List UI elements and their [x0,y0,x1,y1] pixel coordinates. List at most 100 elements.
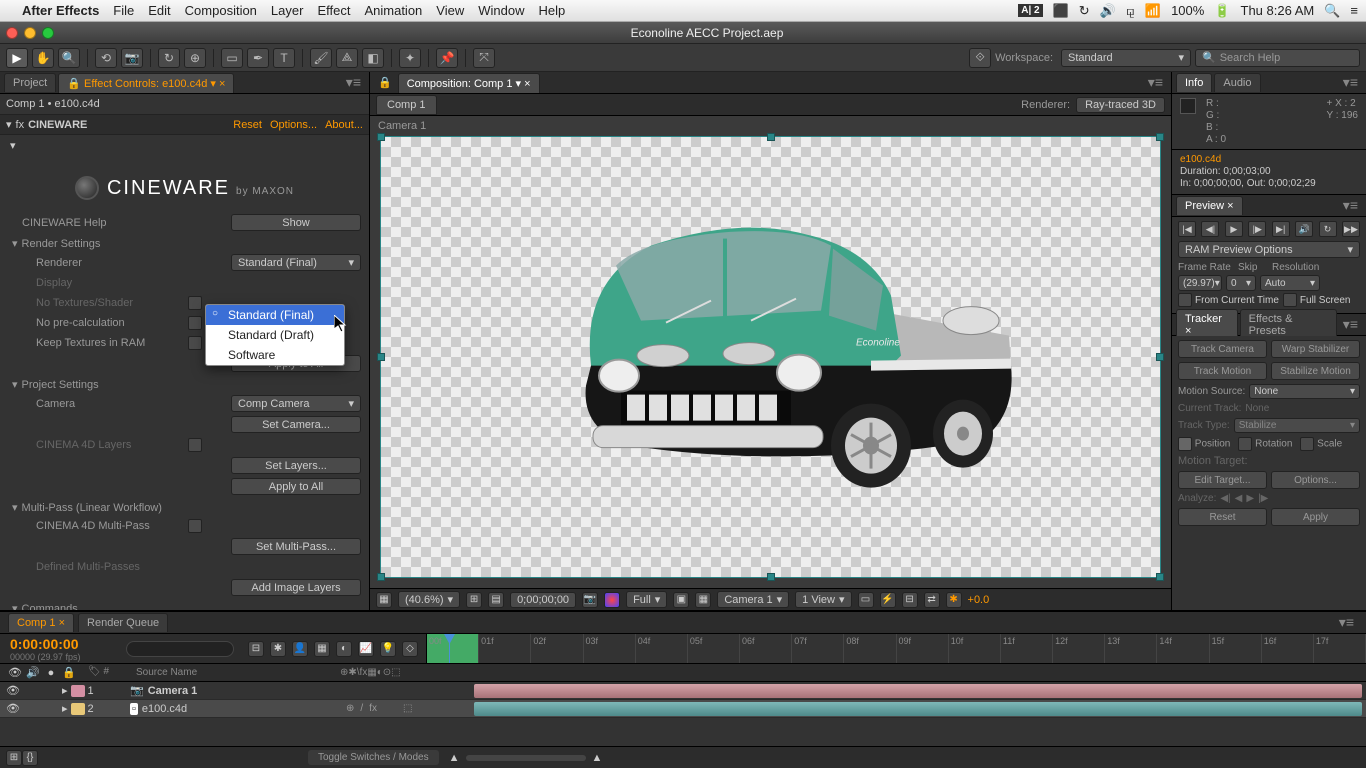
rotation-checkbox[interactable] [1238,437,1252,451]
timeline-icon[interactable]: ⊟ [902,592,918,608]
anchor-tool-icon[interactable]: ⊕ [184,48,206,68]
last-frame-icon[interactable]: ▶| [1272,221,1290,237]
bbox-handle[interactable] [767,133,775,141]
sync-icon[interactable]: ↻ [1079,3,1090,19]
text-tool-icon[interactable]: T [273,48,295,68]
tab-composition[interactable]: Composition: Comp 1 ▾ × [398,73,540,93]
minimize-window-icon[interactable] [24,27,36,39]
comp-sub-tab[interactable]: Comp 1 [376,95,437,115]
menu-edit[interactable]: Edit [148,3,170,18]
hand-tool-icon[interactable]: ✋ [32,48,54,68]
from-current-time-checkbox[interactable] [1178,293,1192,307]
set-multipass-button[interactable]: Set Multi-Pass... [231,538,361,555]
roto-tool-icon[interactable]: ✦ [399,48,421,68]
panel-menu-icon[interactable]: ▾≡ [342,74,365,91]
bbox-handle[interactable] [767,573,775,581]
timeline-tab-renderqueue[interactable]: Render Queue [78,613,168,632]
orbit-tool-icon[interactable]: ⟲ [95,48,117,68]
renderer-mode-button[interactable]: Ray-traced 3D [1076,97,1165,113]
track-motion-button[interactable]: Track Motion [1178,362,1267,380]
layer-color-icon[interactable] [71,685,85,697]
edit-target-button[interactable]: Edit Target... [1178,471,1267,489]
resolution-input[interactable]: Auto▾ [1260,275,1320,291]
panel-menu-icon[interactable]: ▾≡ [1339,74,1362,91]
tab-audio[interactable]: Audio [1214,73,1260,92]
apply-all-2-button[interactable]: Apply to All [231,478,361,495]
motion-blur-icon[interactable]: ◐ [336,641,352,657]
menu-file[interactable]: File [113,3,134,18]
zoom-slider-out-icon[interactable]: ▲ [449,752,460,764]
pen-tool-icon[interactable]: ✒ [247,48,269,68]
c4d-multipass-checkbox[interactable] [188,519,202,533]
twirl-icon[interactable]: ▾ [10,140,16,152]
analyze-fwd-full-icon[interactable]: |▶ [1258,493,1268,504]
menu-effect[interactable]: Effect [317,3,350,18]
options-link[interactable]: Options... [270,119,317,131]
analyze-back-icon[interactable]: ◀ [1235,493,1243,504]
ram-preview-icon[interactable]: ▶▶ [1342,221,1360,237]
layer-color-icon[interactable] [71,703,85,715]
no-textures-checkbox[interactable] [188,296,202,310]
first-frame-icon[interactable]: |◀ [1178,221,1196,237]
volume-icon[interactable]: 🔊 [1100,3,1116,19]
solo-column-icon[interactable]: ● [44,666,58,680]
panel-menu-icon[interactable]: ▾≡ [1339,197,1362,214]
draft-3d-icon[interactable]: ✱ [270,641,286,657]
menu-view[interactable]: View [436,3,464,18]
playhead[interactable] [449,634,450,663]
tab-project[interactable]: Project [4,73,56,92]
flowchart-icon[interactable]: ⇄ [924,592,940,608]
ram-preview-options-select[interactable]: RAM Preview Options▾ [1178,241,1360,258]
wifi-icon[interactable]: 📶 [1145,3,1161,19]
warp-stabilizer-button[interactable]: Warp Stabilizer [1271,340,1360,358]
reset-link[interactable]: Reset [233,119,262,131]
menu-help[interactable]: Help [538,3,565,18]
timeline-tab-comp[interactable]: Comp 1 × [8,613,74,632]
timeline-search-input[interactable] [126,641,234,657]
audio-column-icon[interactable]: 🔊 [26,666,40,680]
source-name-header[interactable]: Source Name [130,667,340,678]
adobe-icon[interactable]: A| 2 [1018,4,1042,17]
bbox-handle[interactable] [1156,573,1164,581]
lock-column-icon[interactable]: 🔒 [62,666,76,680]
twirl-icon[interactable]: ▾ [12,378,18,391]
full-screen-checkbox[interactable] [1283,293,1297,307]
show-button[interactable]: Show [231,214,361,231]
bluetooth-icon[interactable]: ⚼ [1126,3,1135,19]
twirl-icon[interactable]: ▾ [12,501,18,514]
comp-mini-flowchart-icon[interactable]: ⊟ [248,641,264,657]
skip-input[interactable]: 0▾ [1226,275,1256,291]
always-preview-icon[interactable]: ▦ [376,592,392,608]
toggle-switches-button[interactable]: Toggle Switches / Modes [308,750,439,765]
zoom-slider-in-icon[interactable]: ▲ [592,752,603,764]
graph-editor-icon[interactable]: 📈 [358,641,374,657]
panel-menu-icon[interactable]: ▾≡ [1144,74,1167,91]
bbox-handle[interactable] [1156,353,1164,361]
spotlight-icon[interactable]: 🔍 [1324,3,1340,19]
rotate-tool-icon[interactable]: ↻ [158,48,180,68]
timeline-row[interactable]: 👁▸2 ▫e100.c4d ⊕/fx⬚ [0,700,1366,718]
zoom-out-icon[interactable]: {} [22,750,38,766]
comp-canvas[interactable]: Econoline [380,136,1161,578]
resolution-icon[interactable]: ⊞ [466,592,482,608]
panel-menu-icon[interactable]: ▾≡ [1339,316,1362,333]
scale-checkbox[interactable] [1300,437,1314,451]
search-help-input[interactable]: 🔍Search Help [1195,49,1360,67]
motion-source-select[interactable]: None▾ [1249,384,1360,399]
channel-icon[interactable] [604,592,620,608]
tracker-apply-button[interactable]: Apply [1271,508,1360,526]
eraser-tool-icon[interactable]: ◧ [362,48,384,68]
active-camera-select[interactable]: Camera 1▾ [717,591,789,608]
analyze-back-full-icon[interactable]: ◀| [1220,493,1230,504]
timeline-zoom-slider[interactable] [466,755,586,761]
clock[interactable]: Thu 8:26 AM [1241,3,1315,18]
stabilize-motion-button[interactable]: Stabilize Motion [1271,362,1360,380]
renderer-select[interactable]: Standard (Final)▾ [231,254,361,271]
loop-icon[interactable]: ↻ [1319,221,1337,237]
tab-info[interactable]: Info [1176,73,1212,92]
renderer-dropdown-menu[interactable]: Standard (Final) Standard (Draft) Softwa… [205,304,345,366]
menu-layer[interactable]: Layer [271,3,304,18]
dropdown-option-standard-final[interactable]: Standard (Final) [206,305,344,325]
grid-icon[interactable]: ▦ [695,592,711,608]
twirl-icon[interactable]: ▾ [12,602,18,610]
